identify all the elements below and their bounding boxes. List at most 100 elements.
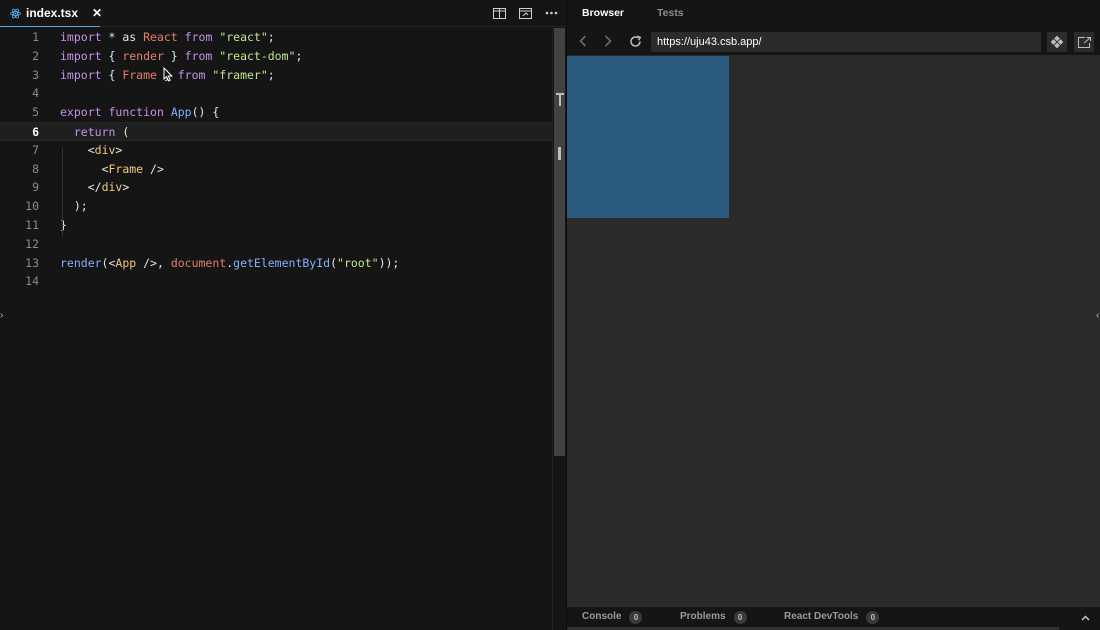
preview-window-icon[interactable] (516, 5, 534, 21)
code-token: render (122, 48, 164, 63)
tab-browser[interactable]: Browser (582, 0, 624, 27)
line-number: 13 (25, 255, 39, 270)
code-token: { (101, 67, 123, 82)
code-token: render (60, 255, 102, 270)
code-line[interactable]: 10 ); (0, 197, 552, 216)
code-token: { (101, 48, 123, 63)
framer-frame[interactable] (567, 56, 729, 218)
line-content: import { render } from "react-dom"; (60, 47, 302, 66)
code-token: import (60, 48, 102, 63)
line-number: 8 (32, 161, 39, 176)
right-resize-handle-icon[interactable]: ‹ (1096, 310, 1099, 321)
code-token: "react-dom" (219, 48, 296, 63)
code-token: (< (101, 255, 116, 270)
open-new-window-icon[interactable] (1074, 32, 1094, 52)
code-token: from (184, 48, 213, 63)
code-line[interactable]: 1 import * as React from "react"; (0, 28, 552, 47)
code-line[interactable]: 8 <Frame /> (0, 160, 552, 179)
code-token: />, (136, 255, 171, 270)
code-line[interactable]: 3import { Frame } from "framer"; (0, 66, 552, 85)
console-count-badge: 0 (629, 610, 643, 624)
code-line[interactable]: 13 render(<App />, document.getElementByI… (0, 254, 552, 273)
left-resize-handle-icon[interactable]: › (0, 310, 3, 321)
code-token: > (122, 180, 130, 195)
preview-pane: Browser Tests Console 0 Problems 0 (567, 0, 1100, 630)
code-token: getElementById (233, 255, 331, 270)
line-number: 7 (32, 142, 39, 157)
line-content: <Frame /> (60, 160, 164, 179)
code-line[interactable]: 6 return ( (0, 122, 552, 141)
line-content: </div> (60, 178, 130, 197)
problems-count-badge: 0 (733, 610, 747, 624)
tab-console[interactable]: Console 0 (582, 607, 643, 627)
tab-react-devtools[interactable]: React DevTools 0 (784, 607, 880, 627)
code-line[interactable]: 9 </div> (0, 178, 552, 197)
url-input[interactable] (651, 32, 1041, 52)
code-line[interactable]: 2 import { render } from "react-dom"; (0, 47, 552, 66)
code-token: function (108, 105, 164, 120)
mouse-pointer-icon (163, 66, 173, 87)
chevron-up-icon[interactable] (1078, 611, 1092, 625)
line-content: return ( (60, 123, 129, 142)
split-editor-icon[interactable] (490, 5, 508, 21)
line-number: 11 (25, 218, 39, 232)
code-token: ( (330, 255, 338, 270)
code-token: from (184, 30, 213, 44)
react-devtools-label: React DevTools (784, 611, 859, 622)
line-number: 2 (32, 48, 39, 63)
code-token: ; (267, 67, 275, 82)
more-icon[interactable] (542, 5, 560, 21)
code-token: "react" (219, 30, 268, 44)
tab-index-tsx[interactable]: index.tsx ✕ (0, 0, 102, 27)
tab-tests[interactable]: Tests (657, 0, 684, 27)
minimap-marker (559, 93, 561, 106)
indent-guide (62, 148, 63, 236)
line-number: 14 (25, 274, 39, 289)
code-token: )); (378, 255, 400, 270)
code-line[interactable]: 14 (0, 272, 552, 291)
line-number: 12 (25, 236, 39, 251)
code-token: Frame (108, 161, 144, 176)
code-token: App (115, 255, 137, 270)
tab-filename: index.tsx (26, 6, 79, 20)
line-content: <div> (60, 141, 123, 160)
line-content: import * as React from "react"; (60, 28, 275, 47)
forward-icon[interactable] (600, 33, 616, 49)
code-token: import (60, 30, 102, 44)
code-token: () { (191, 105, 220, 120)
code-line[interactable]: 11} (0, 216, 552, 235)
line-content: render(<App />, document.getElementById(… (60, 254, 399, 273)
code-token: } (163, 48, 185, 63)
code-token: "root" (337, 255, 379, 270)
line-number: 10 (25, 199, 39, 214)
code-token: as (122, 30, 144, 44)
code-line[interactable]: 5 export function App() { (0, 103, 552, 122)
code-token: div (94, 142, 116, 157)
line-number: 6 (32, 125, 39, 139)
code-line[interactable]: 12 (0, 235, 552, 254)
code-token: ); (60, 199, 88, 214)
code-token: "framer" (212, 67, 268, 82)
code-token: * (101, 30, 123, 44)
code-token: React (143, 30, 178, 44)
tab-problems[interactable]: Problems 0 (680, 607, 747, 627)
line-content: export function App() { (60, 103, 219, 122)
code-token: from (177, 67, 206, 82)
refresh-icon[interactable] (627, 33, 643, 49)
react-devtools-count-badge: 0 (866, 610, 880, 624)
close-tab-icon[interactable]: ✕ (92, 6, 102, 20)
minimap-marker (558, 147, 561, 160)
line-content: ); (60, 197, 88, 216)
back-icon[interactable] (575, 33, 591, 49)
code-line[interactable]: 4 (0, 84, 552, 103)
code-area[interactable]: 1 import * as React from "react"; 2 import … (0, 27, 552, 630)
line-number: 1 (32, 30, 39, 44)
sandbox-icon[interactable] (1047, 32, 1067, 52)
code-token: ; (267, 30, 275, 44)
code-line[interactable]: 7 <div> (0, 141, 552, 160)
